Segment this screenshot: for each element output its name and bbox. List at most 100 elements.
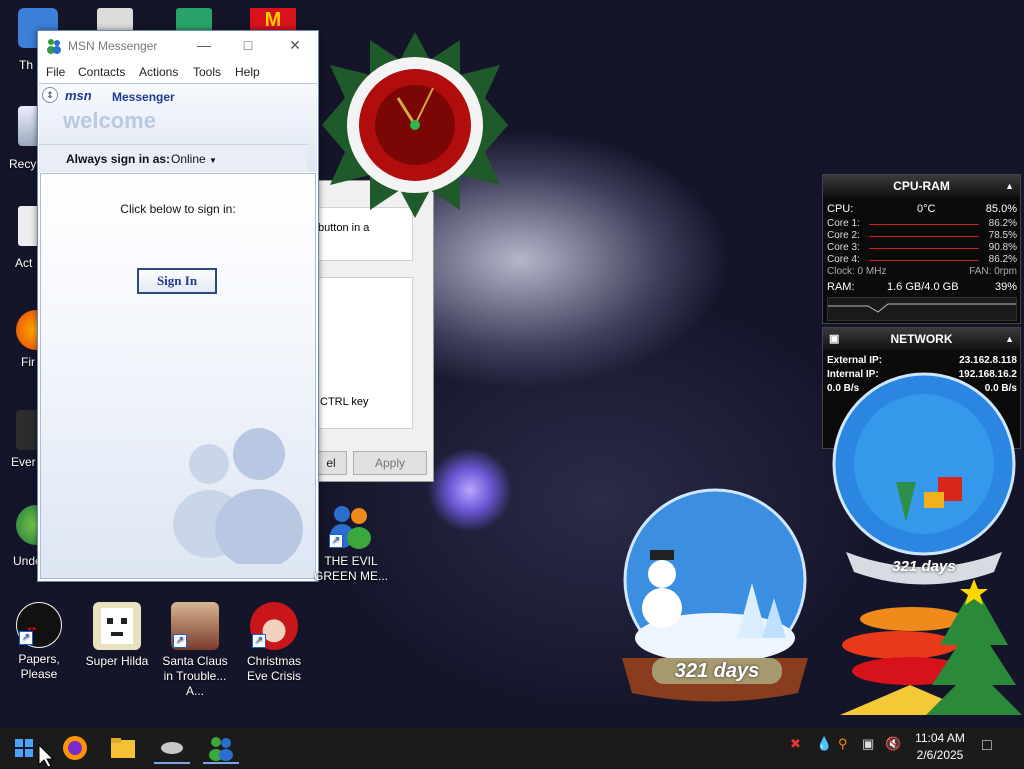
- collapse-toggle-icon[interactable]: ⇕: [42, 87, 58, 103]
- desktop-icon-label-partial[interactable]: Fir: [21, 355, 35, 369]
- maximize-button[interactable]: □: [236, 35, 260, 55]
- start-button[interactable]: [6, 734, 42, 762]
- desktop-icon[interactable]: ↗ Christmas Eve Crisis: [236, 602, 312, 684]
- cancel-button[interactable]: el: [315, 451, 347, 475]
- desktop-icon-label: Super Hilda: [85, 654, 149, 668]
- ram-percent: 39%: [994, 281, 1017, 293]
- desktop-icon-label: Christmas Eve Crisis: [246, 654, 301, 683]
- collapse-arrow-icon[interactable]: ▲: [1005, 175, 1014, 197]
- papers-please-icon: ●● ↗: [16, 602, 62, 648]
- desktop-icon-label-partial[interactable]: Th: [19, 58, 33, 72]
- window-title: MSN Messenger: [68, 39, 158, 53]
- shortcut-arrow-icon: ↗: [252, 634, 266, 648]
- mouse-icon: [161, 742, 183, 754]
- close-button[interactable]: ✕: [283, 35, 307, 55]
- mcdonalds-icon[interactable]: M: [250, 8, 296, 32]
- fan-speed: FAN: 0rpm: [969, 266, 1017, 277]
- menu-tools[interactable]: Tools: [193, 65, 221, 79]
- background-dialog: button in a CTRL key el Apply: [300, 180, 434, 482]
- ram-graph: [827, 297, 1017, 321]
- windows-icon: [15, 739, 33, 757]
- core-label: Core 4:: [827, 254, 860, 265]
- menu-contacts[interactable]: Contacts: [78, 65, 125, 79]
- sign-in-panel: Click below to sign in: Sign In: [40, 173, 316, 579]
- shortcut-arrow-icon: ↗: [173, 634, 187, 648]
- network-icon[interactable]: ▣: [862, 736, 874, 752]
- click-below-text: Click below to sign in:: [120, 202, 236, 216]
- core-value: 86.2%: [988, 254, 1017, 265]
- msn-header: ⇕ msn Messenger welcome Always sign in a…: [39, 83, 317, 172]
- external-ip: 23.162.8.118: [959, 355, 1017, 366]
- dialog-text: button in a: [318, 222, 370, 234]
- super-hilda-icon: [93, 602, 141, 650]
- clock-speed: Clock: 0 MHz: [827, 266, 887, 277]
- clock-time: 11:04 AM: [915, 731, 965, 745]
- ram-used: 1.6 GB/4.0 GB: [887, 281, 959, 293]
- desktop-icon-label-partial[interactable]: Recy: [9, 157, 36, 171]
- monitor-icon: ▣: [829, 333, 840, 345]
- minimize-button[interactable]: —: [192, 35, 216, 55]
- christmas-tree-gadget[interactable]: [840, 575, 1024, 725]
- cpu-label: CPU:: [827, 203, 854, 215]
- gadget-title: CPU-RAM: [893, 179, 950, 193]
- chevron-down-icon: ▼: [209, 156, 217, 165]
- always-sign-in-label: Always sign in as:: [66, 152, 171, 166]
- days-counter: 321 days: [892, 558, 956, 575]
- external-ip-label: External IP:: [827, 355, 883, 366]
- desktop-icon-label-partial[interactable]: Ever: [11, 455, 36, 469]
- collapse-arrow-icon[interactable]: ▲: [1005, 328, 1014, 350]
- snowman-globe-gadget[interactable]: 321 days: [612, 488, 818, 706]
- gadget-title: NETWORK: [890, 332, 953, 346]
- apply-button[interactable]: Apply: [353, 451, 427, 475]
- sign-in-button[interactable]: Sign In: [137, 268, 217, 294]
- msn-watermark-icon: [173, 428, 303, 564]
- tray-drop-icon[interactable]: 💧: [816, 736, 832, 752]
- core-value: 86.2%: [988, 218, 1017, 229]
- status-dropdown[interactable]: Online ▼: [171, 152, 217, 166]
- title-bar[interactable]: MSN Messenger — □ ✕: [38, 31, 318, 61]
- santa-claus-icon: ↗: [171, 602, 219, 650]
- days-counter: 321 days: [652, 658, 782, 684]
- desktop-icon-label-partial[interactable]: Act: [15, 256, 32, 270]
- app-icon[interactable]: [97, 8, 133, 32]
- notification-icon[interactable]: □: [982, 737, 992, 755]
- evil-messenger-icon: ↗: [327, 502, 375, 550]
- cursor-icon: [38, 744, 54, 768]
- desktop-icon[interactable]: Super Hilda: [79, 602, 155, 669]
- cpu-percent: 85.0%: [985, 203, 1017, 215]
- shortcut-arrow-icon: ↗: [329, 534, 343, 548]
- tray-search-icon[interactable]: ⚲: [838, 736, 848, 752]
- volume-muted-icon[interactable]: 🔇: [885, 736, 901, 752]
- core-label: Core 3:: [827, 242, 860, 253]
- tray-app-icon[interactable]: ✖: [790, 736, 801, 752]
- christmas-eve-crisis-icon: ↗: [250, 602, 298, 650]
- taskbar-firefox[interactable]: [57, 734, 93, 762]
- taskbar-file-explorer[interactable]: [105, 734, 141, 762]
- desktop-icon[interactable]: ↗ THE EVIL GREEN ME...: [312, 502, 390, 584]
- core-value: 90.8%: [988, 242, 1017, 253]
- menu-actions[interactable]: Actions: [139, 65, 178, 79]
- desktop-icon[interactable]: ●● ↗ Papers, Please: [1, 602, 77, 682]
- snow-globe-gadget[interactable]: 321 days: [826, 372, 1022, 592]
- clock-date: 2/6/2025: [916, 748, 964, 762]
- dialog-text: CTRL key: [320, 396, 369, 408]
- desktop-icon-label: Santa Claus in Trouble... A...: [162, 654, 228, 698]
- folder-icon: [111, 738, 135, 758]
- game-icon[interactable]: [176, 8, 212, 32]
- taskbar-app[interactable]: [154, 734, 190, 764]
- taskbar-clock[interactable]: 11:04 AM 2/6/2025: [910, 730, 970, 764]
- core-label: Core 1:: [827, 218, 860, 229]
- christmas-clock-gadget[interactable]: [320, 30, 510, 220]
- core-label: Core 2:: [827, 230, 860, 241]
- desktop-icon-label: THE EVIL GREEN ME...: [313, 554, 388, 583]
- taskbar-msn-messenger[interactable]: [203, 734, 239, 764]
- msn-logo: msn: [65, 88, 92, 103]
- core-value: 78.5%: [988, 230, 1017, 241]
- msn-messenger-window[interactable]: MSN Messenger — □ ✕ File Contacts Action…: [37, 30, 319, 582]
- cpu-ram-gadget[interactable]: CPU-RAM ▲ CPU: 0°C 85.0% Core 1: 86.2% Cor…: [822, 174, 1021, 324]
- taskbar: ✖ 💧 ⚲ ▣ 🔇 11:04 AM 2/6/2025 □: [0, 728, 1024, 768]
- menu-help[interactable]: Help: [235, 65, 260, 79]
- firefox-icon: [63, 736, 87, 760]
- menu-file[interactable]: File: [46, 65, 65, 79]
- desktop-icon[interactable]: ↗ Santa Claus in Trouble... A...: [157, 602, 233, 699]
